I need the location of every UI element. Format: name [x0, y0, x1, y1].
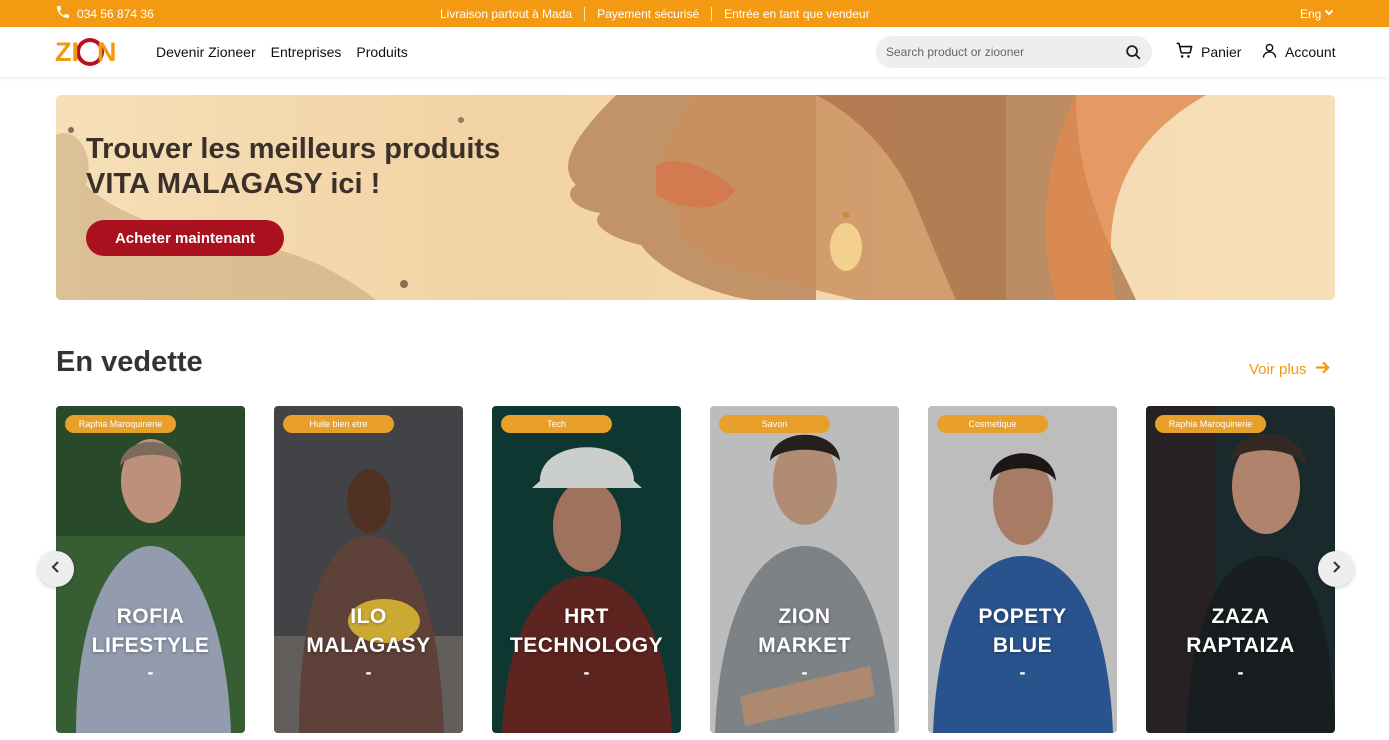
- seller-name-line2: LIFESTYLE: [91, 634, 210, 657]
- category-tag: Tech: [501, 415, 612, 433]
- main-nav: Devenir Zioneer Entreprises Produits: [156, 27, 408, 77]
- main-header: ZI N Devenir Zioneer Entreprises Produit…: [0, 27, 1389, 77]
- see-more-label: Voir plus: [1249, 360, 1307, 378]
- chevron-left-icon: [49, 560, 63, 579]
- seller-photo: [710, 406, 899, 733]
- chevron-right-icon: [1329, 560, 1343, 579]
- featured-title: En vedette: [56, 346, 203, 378]
- category-tag: Raphia Maroquinerie: [65, 415, 176, 433]
- cart-label: Panier: [1201, 44, 1242, 60]
- seller-name-line2: RAPTAIZA: [1186, 634, 1295, 657]
- account-label: Account: [1285, 44, 1336, 60]
- hero-title: Trouver les meilleurs produits VITA MALA…: [86, 132, 646, 202]
- cart-button[interactable]: Panier: [1175, 27, 1241, 77]
- seller-subtitle: -: [801, 662, 808, 682]
- seller-photo: [492, 406, 681, 733]
- seller-name: ILO MALAGASY: [274, 602, 463, 660]
- account-button[interactable]: Account: [1261, 27, 1336, 77]
- seller-photo: [274, 406, 463, 733]
- seller-photo: [56, 406, 245, 733]
- seller-name-line1: HRT: [564, 605, 609, 628]
- seller-name-line2: MARKET: [758, 634, 851, 657]
- category-tag: Savon: [719, 415, 830, 433]
- featured-card[interactable]: Raphia Maroquinerie ROFIA LIFESTYLE -: [56, 406, 245, 733]
- cart-icon: [1175, 41, 1194, 63]
- phone-contact[interactable]: 034 56 874 36: [55, 0, 154, 27]
- featured-card[interactable]: Cosmetique POPETY BLUE -: [928, 406, 1117, 733]
- chevron-down-icon: [1323, 6, 1335, 21]
- nav-devenir-zioneer[interactable]: Devenir Zioneer: [156, 44, 256, 60]
- seller-name: ROFIA LIFESTYLE: [56, 602, 245, 660]
- seller-name: ZAZA RAPTAIZA: [1146, 602, 1335, 660]
- arrow-right-icon: [1314, 359, 1331, 380]
- topbar-link-seller[interactable]: Entrée en tant que vendeur: [712, 7, 881, 21]
- svg-text:ZI: ZI: [55, 37, 79, 67]
- seller-name: POPETY BLUE: [928, 602, 1117, 660]
- category-tag: Raphia Maroquinerie: [1155, 415, 1266, 433]
- seller-subtitle: -: [583, 662, 590, 682]
- phone-icon: [55, 4, 71, 23]
- seller-name-line1: ILO: [350, 605, 387, 628]
- svg-text:N: N: [97, 37, 117, 67]
- top-bar: 034 56 874 36 Livraison partout à Mada P…: [0, 0, 1389, 27]
- search-bar: [876, 36, 1152, 68]
- seller-subtitle: -: [1237, 662, 1244, 682]
- language-selector[interactable]: Eng: [1300, 0, 1335, 27]
- seller-name: ZION MARKET: [710, 602, 899, 660]
- seller-name-line1: ZAZA: [1211, 605, 1270, 628]
- featured-card[interactable]: Huile bien etre ILO MALAGASY -: [274, 406, 463, 733]
- user-icon: [1261, 42, 1278, 62]
- seller-name-line2: BLUE: [992, 634, 1053, 657]
- buy-now-button[interactable]: Acheter maintenant: [86, 220, 284, 256]
- featured-card[interactable]: Raphia Maroquinerie ZAZA RAPTAIZA -: [1146, 406, 1335, 733]
- seller-name-line2: TECHNOLOGY: [509, 634, 664, 657]
- seller-name: HRT TECHNOLOGY: [492, 602, 681, 660]
- seller-subtitle: -: [1019, 662, 1026, 682]
- featured-card[interactable]: Savon ZION MARKET -: [710, 406, 899, 733]
- nav-produits[interactable]: Produits: [356, 44, 407, 60]
- carousel-prev-button[interactable]: [38, 551, 74, 587]
- seller-photo: [928, 406, 1117, 733]
- search-input[interactable]: [886, 45, 1124, 59]
- topbar-link-payment[interactable]: Payement sécurisé: [585, 6, 713, 21]
- seller-subtitle: -: [147, 662, 154, 682]
- featured-card[interactable]: Tech HRT TECHNOLOGY -: [492, 406, 681, 733]
- hero-banner: Trouver les meilleurs produits VITA MALA…: [56, 95, 1335, 300]
- seller-name-line1: POPETY: [978, 605, 1067, 628]
- nav-entreprises[interactable]: Entreprises: [271, 44, 342, 60]
- category-tag: Cosmetique: [937, 415, 1048, 433]
- carousel-next-button[interactable]: [1318, 551, 1354, 587]
- seller-name-line2: MALAGASY: [306, 634, 431, 657]
- featured-carousel: Raphia Maroquinerie ROFIA LIFESTYLE - Hu…: [56, 406, 1335, 733]
- phone-number: 034 56 874 36: [77, 6, 154, 21]
- seller-subtitle: -: [365, 662, 372, 682]
- hero-title-line2: VITA MALAGASY ici !: [86, 168, 381, 200]
- zion-logo[interactable]: ZI N: [55, 33, 125, 71]
- seller-photo: [1146, 406, 1335, 733]
- language-label: Eng: [1300, 6, 1322, 21]
- category-tag: Huile bien etre: [283, 415, 394, 433]
- search-icon[interactable]: [1124, 43, 1142, 61]
- topbar-links: Livraison partout à Mada Payement sécuri…: [428, 0, 882, 27]
- seller-name-line1: ROFIA: [116, 605, 185, 628]
- hero-title-line1: Trouver les meilleurs produits: [86, 133, 501, 165]
- seller-name-line1: ZION: [778, 605, 831, 628]
- topbar-link-delivery[interactable]: Livraison partout à Mada: [428, 6, 586, 21]
- see-more-link[interactable]: Voir plus: [1249, 358, 1331, 380]
